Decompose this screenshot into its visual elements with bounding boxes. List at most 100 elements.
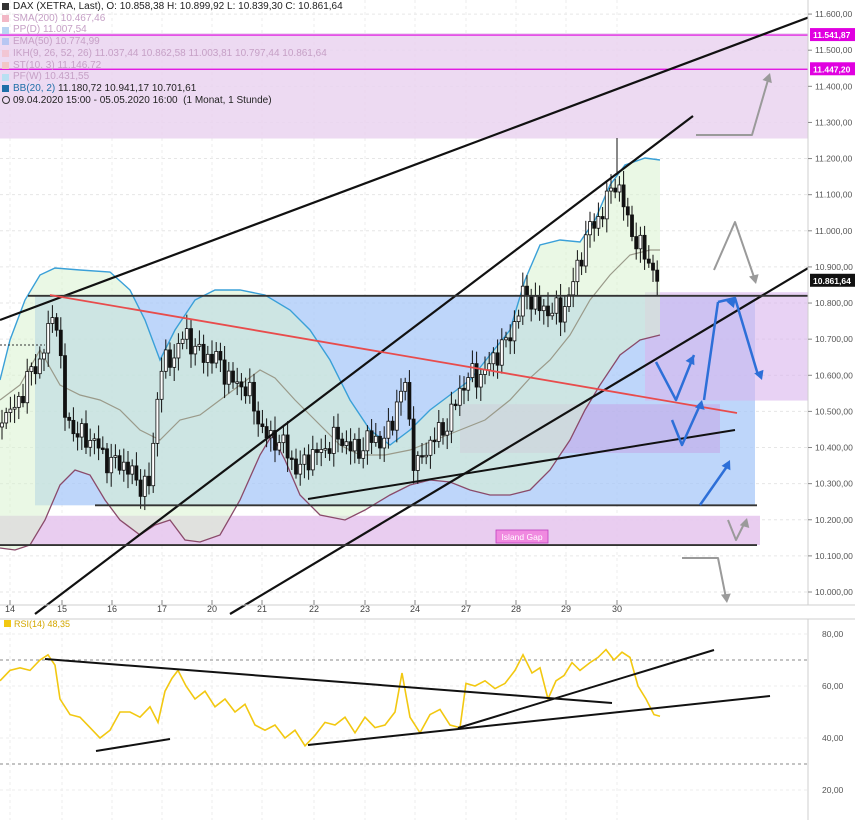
legend-bb[interactable]: BB(20, 2) 11.180,72 10.941,17 10.701,61 <box>2 83 343 95</box>
candle-body <box>474 363 479 388</box>
candle-body <box>155 398 160 444</box>
candle-body <box>651 262 655 271</box>
legend-indicator[interactable]: PP(D) 11.007,54 <box>2 24 343 36</box>
candle-body <box>243 386 248 397</box>
candle-body <box>285 434 290 459</box>
candle-body <box>42 352 46 360</box>
candle-body <box>466 377 471 391</box>
candle-body <box>189 328 193 355</box>
legend-indicator[interactable]: EMA(50) 10.774,99 <box>2 36 343 48</box>
candle-body <box>533 295 538 310</box>
legend-indicator[interactable]: PF(W) 10.431,55 <box>2 71 343 83</box>
candle-body <box>4 412 9 424</box>
candle-body <box>357 438 361 459</box>
candle-body <box>46 323 51 354</box>
candle-body <box>315 449 319 453</box>
candle-body <box>302 454 307 465</box>
time-tick-label: 20 <box>207 604 217 614</box>
candle-body <box>516 315 521 323</box>
candle-body <box>613 187 618 193</box>
annotations: Island Gap <box>495 529 549 544</box>
ohlc-values: O: 10.858,38 H: 10.899,92 L: 10.839,30 C… <box>106 1 343 12</box>
bb-swatch <box>2 85 9 93</box>
price-marker-label: 10.861,64 <box>813 276 851 286</box>
bb-value: 11.180,72 10.941,17 10.701,61 <box>58 82 197 94</box>
time-tick-label: 21 <box>257 604 267 614</box>
candle-body <box>541 305 546 312</box>
price-tick-label: 10.800,00 <box>815 298 853 308</box>
candle-body <box>16 395 21 408</box>
candle-body <box>205 353 210 363</box>
candle-body <box>634 236 639 250</box>
candle-body <box>382 437 387 449</box>
candle-body <box>504 337 508 341</box>
candle-body <box>348 441 353 452</box>
time-tick-label: 27 <box>461 604 471 614</box>
indicator-swatch <box>2 61 9 69</box>
time-tick-label: 30 <box>612 604 622 614</box>
legend-indicator[interactable]: ST(10, 3) 11.146,72 <box>2 60 343 72</box>
candle-body <box>231 370 235 383</box>
indicator-label: PF(W) 10.431,55 <box>13 71 90 83</box>
candle-body <box>113 455 118 458</box>
candle-body <box>298 463 303 475</box>
candle-body <box>546 305 550 317</box>
candle-body <box>100 447 105 450</box>
candle-body <box>449 403 454 432</box>
indicator-swatch <box>2 73 9 81</box>
candle-body <box>512 321 517 342</box>
indicator-label: EMA(50) 10.774,99 <box>13 36 100 48</box>
clock-icon <box>2 96 10 105</box>
instrument-swatch <box>2 3 9 11</box>
indicator-label: SMA(200) 10.467,46 <box>13 12 106 24</box>
candle-body <box>596 216 601 229</box>
candle-body <box>306 454 311 471</box>
candle-body <box>424 454 429 458</box>
candle-body <box>340 438 345 446</box>
price-tick-label: 11.200,00 <box>815 154 852 164</box>
candle-body <box>411 418 416 471</box>
dax-chart: 11.600,00 11.500,00 11.400,00 11.300,00 11.2… <box>0 0 855 820</box>
price-tick-label: 10.000,00 <box>815 587 853 597</box>
candle-body <box>369 430 374 443</box>
price-marker-label: 11.541,87 <box>813 30 851 40</box>
time-tick-label: 22 <box>309 604 319 614</box>
price-tick-label: 10.400,00 <box>815 443 853 453</box>
legend-indicator[interactable]: SMA(200) 10.467,46 <box>2 13 343 25</box>
candle-body <box>617 184 622 193</box>
candle-body <box>394 401 399 431</box>
time-tick-label: 14 <box>5 604 15 614</box>
time-tick-label: 23 <box>360 604 370 614</box>
candle-body <box>105 448 109 474</box>
candle-body <box>117 455 122 471</box>
candle-body <box>621 184 626 208</box>
price-tick-label: 10.300,00 <box>815 479 853 489</box>
candle-body <box>399 390 403 403</box>
legend-indicator[interactable]: IKH(9, 26, 52, 26) 11.037,44 10.862,58 1… <box>2 48 343 60</box>
candle-body <box>638 234 643 250</box>
rsi-swatch <box>4 620 11 627</box>
candle-body <box>29 366 34 372</box>
candle-body <box>508 337 513 342</box>
price-tick-label: 10.200,00 <box>815 515 853 525</box>
candle-body <box>121 461 126 471</box>
candle-body <box>138 479 143 497</box>
candle-body <box>12 406 17 410</box>
candle-body <box>281 434 286 444</box>
candle-body <box>96 438 101 449</box>
candle-body <box>554 297 559 314</box>
candle-body <box>655 269 660 282</box>
candle-body <box>592 221 597 229</box>
candle-body <box>499 339 504 366</box>
candle-body <box>172 357 177 368</box>
candle-body <box>365 430 370 452</box>
candle-body <box>562 306 567 323</box>
candle-body <box>142 475 147 497</box>
candle-body <box>247 381 252 397</box>
candle-body <box>256 410 261 425</box>
indicator-label: ST(10, 3) 11.146,72 <box>13 59 102 71</box>
interval-label: (1 Monat, 1 Stunde) <box>183 94 272 106</box>
candle-body <box>558 297 563 323</box>
candle-body <box>520 285 525 317</box>
candle-body <box>310 449 315 471</box>
